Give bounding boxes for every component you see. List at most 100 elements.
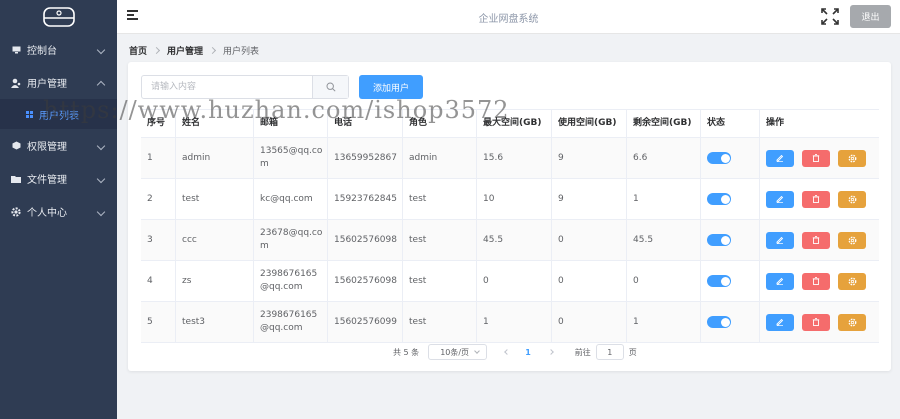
cell-text: 6.6 (633, 152, 648, 163)
cell-text: 9 (558, 152, 564, 163)
table-row: 3 ccc 23678@qq.com 15602576098 test 45.5 0 45.5 (141, 220, 879, 261)
chevron-down-icon (96, 174, 106, 183)
cell-text: test (409, 234, 427, 245)
settings-button[interactable] (838, 313, 866, 331)
cell-text: 1 (633, 193, 639, 204)
sidebar-item-user-management[interactable]: 用户管理 (0, 66, 117, 99)
table-cell-free: 0 (627, 261, 701, 301)
page-number-current[interactable]: 1 (525, 348, 531, 357)
breadcrumb-home[interactable]: 首页 (129, 44, 147, 57)
cell-text: kc@qq.com (260, 193, 313, 204)
status-toggle[interactable] (707, 234, 731, 246)
table-body: 1 admin 13565@qq.com 13659952867 admin 15.6 9 6… (141, 138, 879, 343)
sidebar-item-files[interactable]: 文件管理 (0, 162, 117, 195)
gear-icon (848, 236, 856, 244)
table-cell-name: admin (176, 138, 254, 178)
cell-text: 1 (633, 316, 639, 327)
cell-text: 0 (558, 234, 564, 245)
table-cell-email: kc@qq.com (254, 179, 328, 219)
table-cell-max: 10 (477, 179, 552, 219)
cell-text: admin (182, 152, 211, 163)
delete-button[interactable] (802, 149, 830, 167)
status-toggle[interactable] (707, 193, 731, 205)
cell-text: 15602576099 (334, 316, 397, 327)
sidebar-item-label: 个人中心 (27, 208, 67, 219)
gear-icon (848, 195, 856, 203)
sidebar-item-label: 权限管理 (27, 142, 67, 153)
row-actions (766, 231, 866, 249)
logout-button[interactable]: 退出 (850, 5, 891, 28)
table-cell-max: 1 (477, 302, 552, 342)
table-cell-free: 1 (627, 179, 701, 219)
cell-text: 45.5 (483, 234, 504, 245)
trash-icon (812, 236, 820, 244)
sidebar-item-permission[interactable]: 权限管理 (0, 129, 117, 162)
search-button[interactable] (312, 76, 348, 98)
cell-text: 0 (558, 275, 564, 286)
page-unit-label: 页 (628, 347, 637, 357)
table-cell-email: 2398676165@qq.com (254, 261, 328, 301)
status-toggle[interactable] (707, 316, 731, 328)
monitor-icon (11, 45, 21, 55)
edit-button[interactable] (766, 231, 794, 249)
edit-button[interactable] (766, 190, 794, 208)
fullscreen-icon[interactable] (821, 8, 839, 25)
table-cell-used: 9 (552, 179, 627, 219)
trash-icon (812, 195, 820, 203)
table-cell-name: ccc (176, 220, 254, 260)
top-header: 企业网盘系统 退出 (117, 0, 900, 34)
pagination-total: 共 5 条 (393, 347, 420, 357)
cell-text: 1 (147, 152, 153, 163)
prev-page-button[interactable] (503, 344, 511, 360)
table-row: 2 test kc@qq.com 15923762845 test 10 9 1 (141, 179, 879, 220)
edit-button[interactable] (766, 272, 794, 290)
cell-text: 2398676165@qq.com (260, 269, 318, 292)
table-row: 1 admin 13565@qq.com 13659952867 admin 15.6 9 6… (141, 138, 879, 179)
table-cell-id: 5 (141, 302, 176, 342)
status-toggle[interactable] (707, 275, 731, 287)
delete-button[interactable] (802, 272, 830, 290)
column-header: 状态 (701, 110, 760, 137)
row-actions (766, 190, 866, 208)
trash-icon (812, 318, 820, 326)
cell-text: 23678@qq.com (260, 228, 323, 251)
search-input[interactable] (142, 76, 312, 98)
table-cell-email: 2398676165@qq.com (254, 302, 328, 342)
table-cell-free: 6.6 (627, 138, 701, 178)
breadcrumb-user-management[interactable]: 用户管理 (167, 44, 203, 57)
settings-button[interactable] (838, 231, 866, 249)
edit-button[interactable] (766, 313, 794, 331)
edit-button[interactable] (766, 149, 794, 167)
table-cell-name: test (176, 179, 254, 219)
sidebar-item-profile[interactable]: 个人中心 (0, 195, 117, 228)
table-cell-email: 13565@qq.com (254, 138, 328, 178)
table-cell-role: test (403, 179, 477, 219)
cell-text: 1 (483, 316, 489, 327)
sidebar-item-label: 文件管理 (27, 175, 67, 186)
table-cell-used: 0 (552, 261, 627, 301)
goto-page-input[interactable]: 1 (595, 344, 624, 360)
settings-button[interactable] (838, 190, 866, 208)
grid-icon (26, 110, 33, 118)
chevron-right-icon (152, 46, 161, 55)
table-cell-name: test3 (176, 302, 254, 342)
settings-button[interactable] (838, 149, 866, 167)
table-cell-id: 4 (141, 261, 176, 301)
delete-button[interactable] (802, 231, 830, 249)
page-size-select[interactable]: 10条/页 (428, 344, 488, 360)
table-cell-actions (760, 179, 879, 219)
delete-button[interactable] (802, 313, 830, 331)
chevron-down-icon (474, 348, 481, 354)
cell-text: 15602576098 (334, 234, 397, 245)
table-cell-phone: 15602576099 (328, 302, 403, 342)
table-cell-phone: 15923762845 (328, 179, 403, 219)
watermark: https://www.huzhan.com/ishop3572 (43, 96, 510, 124)
cell-text: 15602576098 (334, 275, 397, 286)
delete-button[interactable] (802, 190, 830, 208)
status-toggle[interactable] (707, 152, 731, 164)
settings-button[interactable] (838, 272, 866, 290)
sidebar-item-dashboard[interactable]: 控制台 (0, 33, 117, 66)
next-page-button[interactable] (547, 344, 555, 360)
user-icon (11, 78, 21, 88)
table-row: 4 zs 2398676165@qq.com 15602576098 test 0 0 0 (141, 261, 879, 302)
